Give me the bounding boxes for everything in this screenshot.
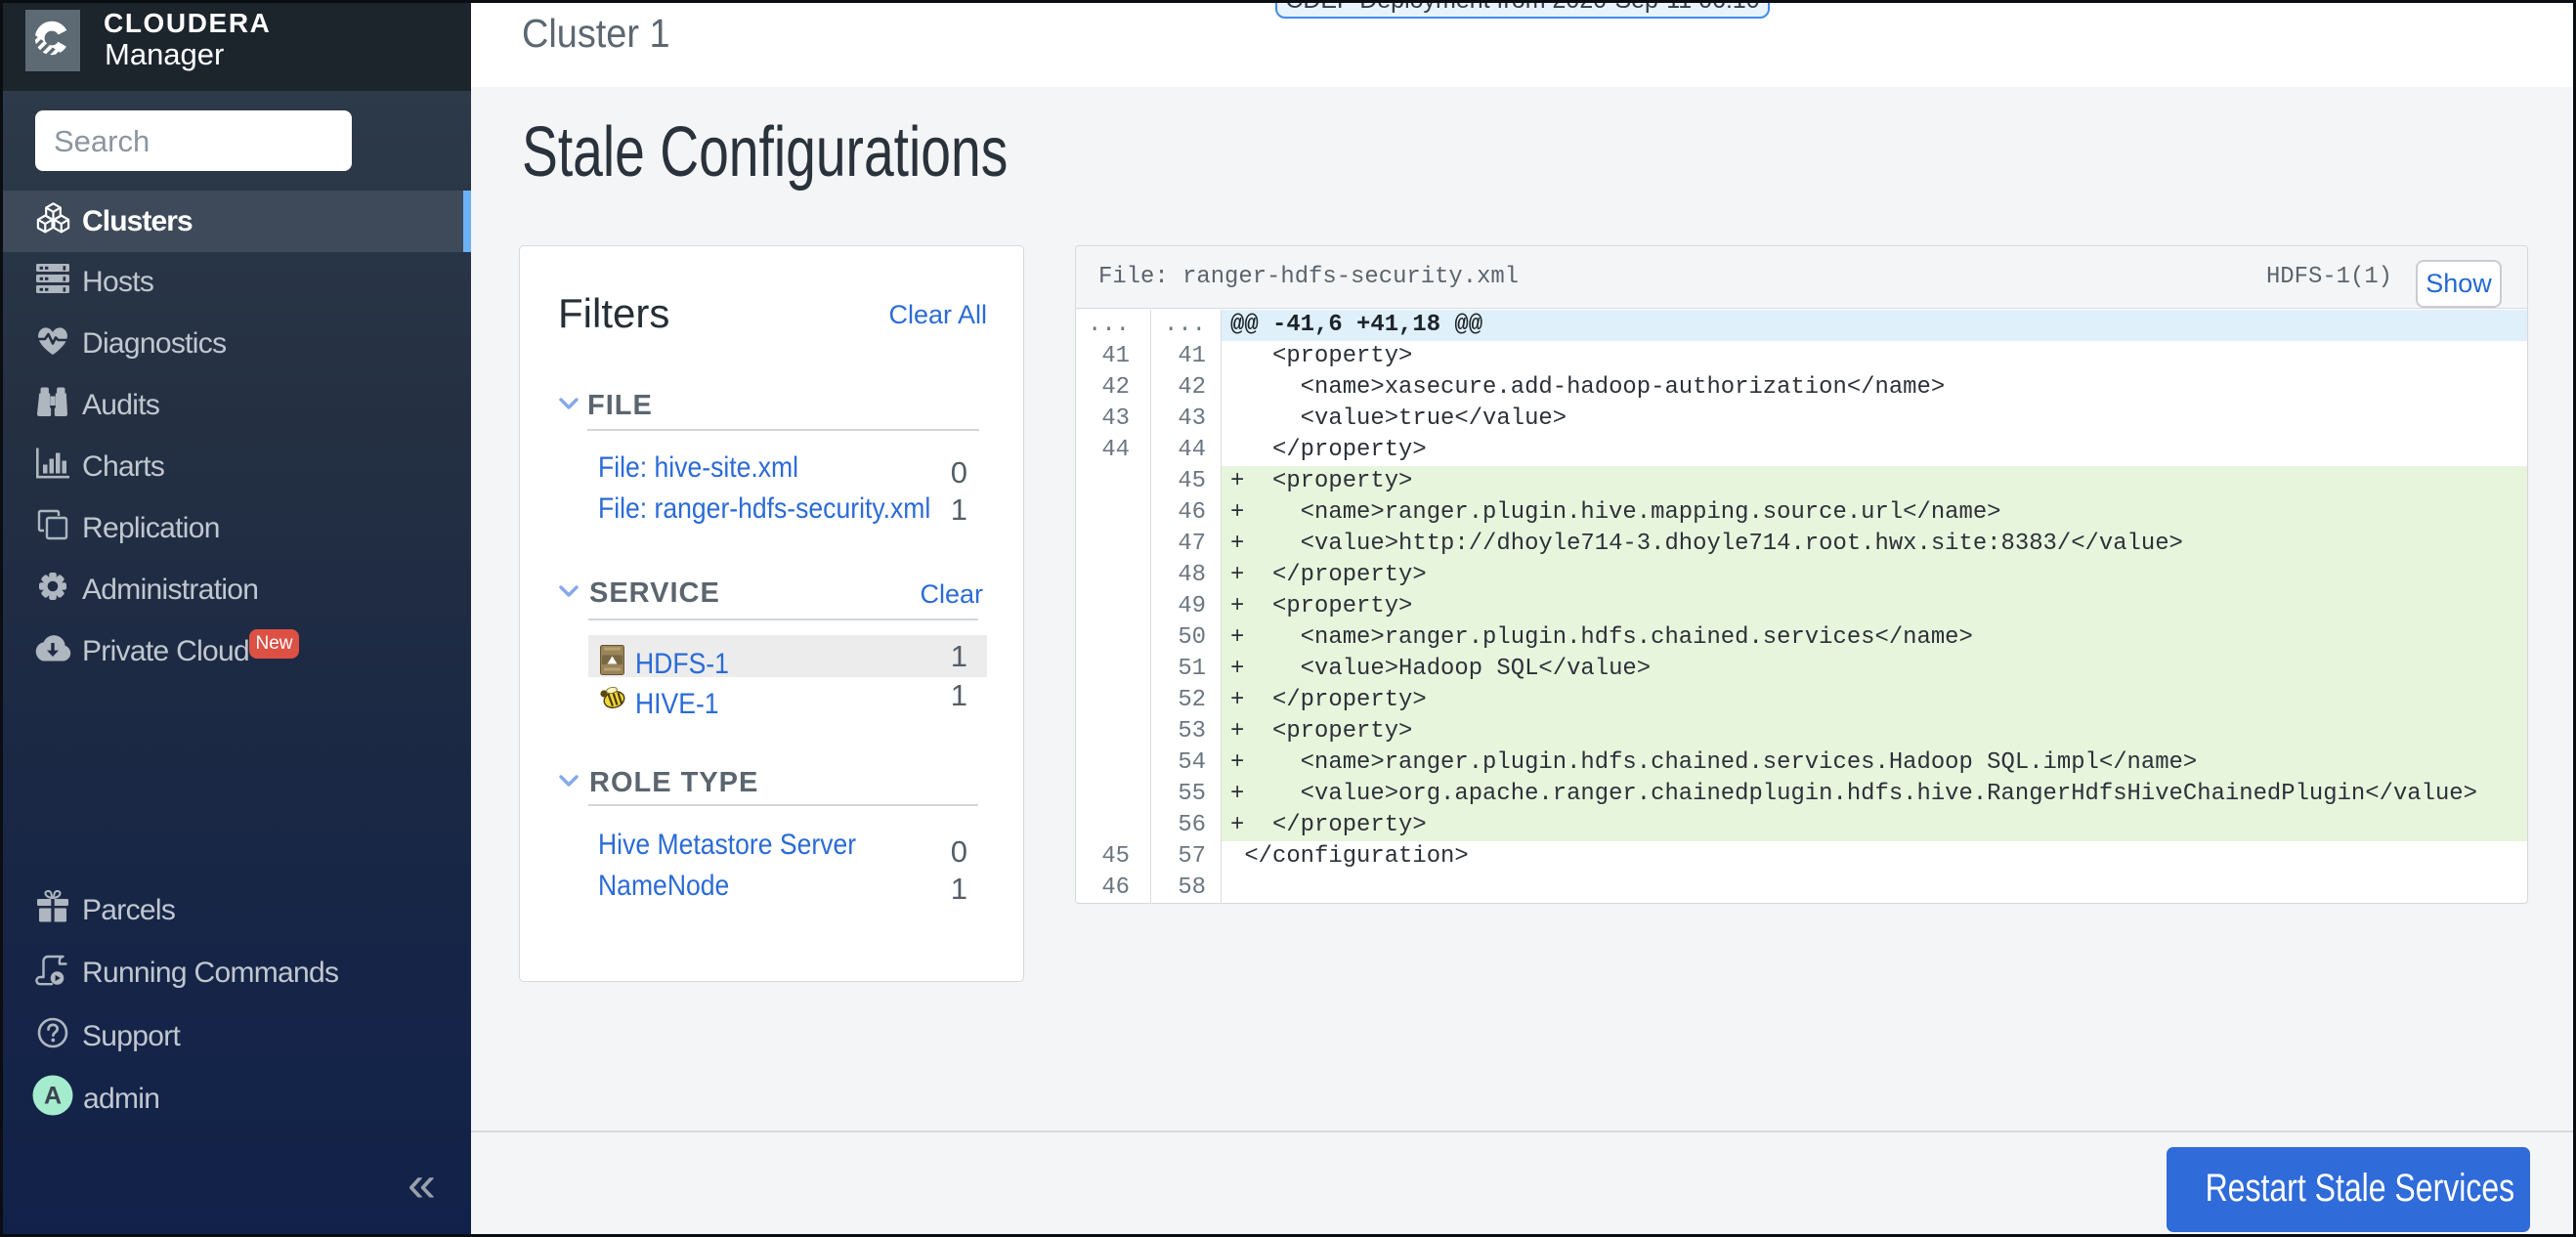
svg-text:A: A bbox=[44, 1082, 62, 1109]
